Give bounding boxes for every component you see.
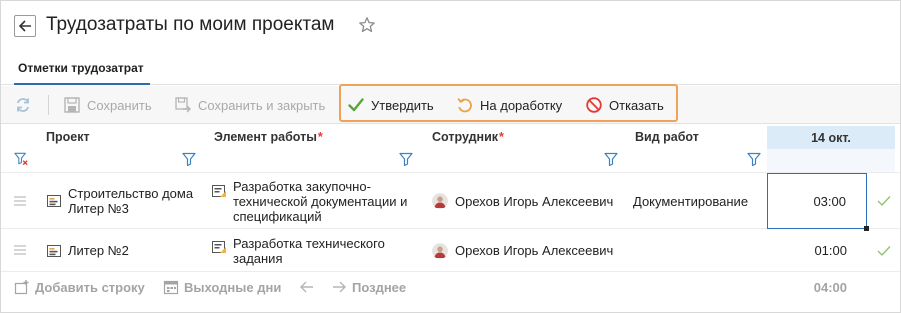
save-label: Сохранить <box>87 97 152 113</box>
time-entry-cell[interactable]: 01:00 <box>767 229 867 272</box>
arrow-right-icon <box>333 281 346 293</box>
work-type-cell[interactable] <box>633 229 763 272</box>
tab-bar: Отметки трудозатрат <box>1 53 900 85</box>
required-mark: * <box>499 130 504 144</box>
table-row[interactable]: Литер №2 Разработка технического задания… <box>1 229 900 272</box>
later-label: Позднее <box>352 279 407 295</box>
employee-cell[interactable]: Орехов Игорь Алексеевич <box>432 229 632 272</box>
save-and-close-button[interactable]: Сохранить и закрыть <box>174 86 325 124</box>
approve-button[interactable]: Утвердить <box>347 86 434 124</box>
filter-project-icon[interactable] <box>182 152 196 166</box>
reject-label: Отказать <box>609 97 664 113</box>
time-value: 03:00 <box>813 193 846 209</box>
add-row-button[interactable]: Добавить строку <box>14 273 145 301</box>
project-icon <box>47 195 61 207</box>
earlier-button[interactable] <box>299 273 315 301</box>
filter-employee-icon[interactable] <box>604 152 618 166</box>
floppy-disk-icon <box>64 97 80 113</box>
column-header-date[interactable]: 14 окт. <box>767 126 895 149</box>
total-time: 04:00 <box>813 279 847 295</box>
column-header-employee[interactable]: Сотрудник * <box>432 126 504 148</box>
save-and-close-label: Сохранить и закрыть <box>198 97 326 113</box>
filter-work-type-icon[interactable] <box>747 152 761 166</box>
time-entry-cell[interactable]: 03:00 <box>767 173 869 231</box>
toolbar-separator <box>48 95 49 115</box>
table-row[interactable]: Строительство дома Литер №3 Разработка з… <box>1 173 900 231</box>
active-tab-indicator <box>14 83 150 85</box>
project-icon <box>47 244 61 257</box>
employee-cell[interactable]: Орехов Игорь Алексеевич <box>432 173 632 229</box>
approve-label: Утвердить <box>371 97 434 113</box>
add-row-label: Добавить строку <box>35 279 145 295</box>
employee-name: Орехов Игорь Алексеевич <box>455 243 614 258</box>
required-mark: * <box>317 130 323 144</box>
work-type-value: Документирование <box>633 193 749 209</box>
tab-time-entries[interactable]: Отметки трудозатрат <box>18 61 144 75</box>
column-header-work-type[interactable]: Вид работ <box>635 126 699 148</box>
approved-check-icon <box>877 246 891 256</box>
project-name: Литер №2 <box>68 243 129 258</box>
time-value: 01:00 <box>814 243 847 258</box>
later-button[interactable]: Позднее <box>331 273 406 301</box>
toolbar: Сохранить Сохранить и закрыть Утвердить … <box>1 86 900 124</box>
refresh-button[interactable] <box>14 86 32 124</box>
prohibited-icon <box>586 97 602 113</box>
back-button[interactable] <box>14 15 36 37</box>
task-icon <box>212 185 226 197</box>
filter-row <box>1 149 900 173</box>
project-cell[interactable]: Литер №2 <box>46 229 206 272</box>
task-icon <box>212 241 226 253</box>
arrow-left-icon <box>18 20 31 32</box>
window: Трудозатраты по моим проектам Отметки тр… <box>0 0 901 313</box>
filter-work-item-icon[interactable] <box>399 152 413 166</box>
page-title: Трудозатраты по моим проектам <box>46 14 335 35</box>
project-cell[interactable]: Строительство дома Литер №3 <box>46 173 206 229</box>
work-type-cell[interactable]: Документирование <box>633 173 763 229</box>
work-item-name: Разработка закупочно-технической докумен… <box>233 178 408 224</box>
weekends-label: Выходные дни <box>184 279 282 295</box>
arrow-left-icon <box>300 281 313 293</box>
drag-handle-icon[interactable] <box>14 196 26 206</box>
weekends-toggle[interactable]: Выходные дни <box>163 273 281 301</box>
avatar <box>432 242 448 259</box>
refresh-icon <box>16 98 30 112</box>
undo-arrow-icon <box>457 97 472 113</box>
column-header-work-item[interactable]: Элемент работы * <box>214 126 323 148</box>
table-footer: Добавить строку Выходные дни Позднее 04:… <box>1 273 900 301</box>
reject-button[interactable]: Отказать <box>585 86 664 124</box>
favorite-star-icon[interactable] <box>358 16 376 34</box>
drag-handle-icon[interactable] <box>14 245 26 255</box>
column-header-project[interactable]: Проект <box>46 126 90 148</box>
send-to-rework-label: На доработку <box>480 97 563 113</box>
project-name: Строительство дома Литер №3 <box>68 186 194 216</box>
clear-filter-icon[interactable] <box>14 152 28 166</box>
calendar-icon <box>163 280 179 295</box>
send-to-rework-button[interactable]: На доработку <box>456 86 562 124</box>
work-item-cell[interactable]: Разработка закупочно-технической докумен… <box>211 173 421 229</box>
save-close-icon <box>175 97 191 113</box>
add-row-icon <box>14 280 29 295</box>
approved-check-icon <box>877 196 891 206</box>
avatar <box>432 193 448 209</box>
work-item-cell[interactable]: Разработка технического задания <box>211 229 421 272</box>
employee-name: Орехов Игорь Алексеевич <box>455 193 614 209</box>
work-item-name: Разработка технического задания <box>233 235 385 266</box>
checkmark-icon <box>348 98 364 112</box>
save-button[interactable]: Сохранить <box>63 86 152 124</box>
